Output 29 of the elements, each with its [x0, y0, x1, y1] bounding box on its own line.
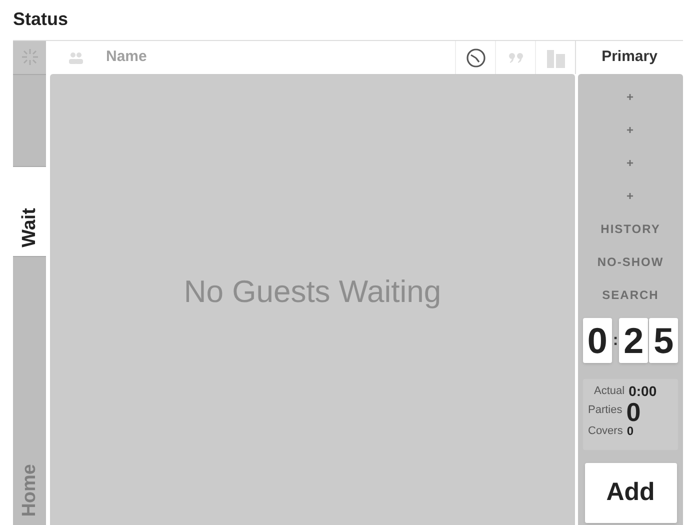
action-button[interactable]: + [618, 179, 642, 212]
timer-digit: 2 [619, 318, 648, 363]
stat-label: Parties [588, 403, 622, 418]
action-button[interactable]: NO-SHOW [589, 245, 672, 278]
side-tab[interactable]: Home [13, 256, 46, 525]
stat-label: Covers [588, 424, 623, 439]
add-button[interactable]: Add [584, 463, 676, 523]
action-button[interactable]: + [618, 146, 642, 179]
spinner-icon[interactable] [20, 48, 38, 66]
clock-icon[interactable] [466, 48, 486, 68]
timer-digit: 5 [649, 318, 678, 363]
name-column-header[interactable]: Name [106, 46, 455, 69]
page-title: Status [12, 8, 70, 31]
action-button[interactable]: SEARCH [594, 278, 667, 311]
action-button[interactable]: + [618, 80, 642, 113]
action-button[interactable]: + [618, 113, 642, 146]
action-button[interactable]: HISTORY [592, 212, 668, 245]
stat-value: 0 [626, 402, 641, 422]
stat-label: Actual [594, 384, 625, 400]
timer-digit: 0 [582, 318, 612, 363]
side-tab[interactable] [13, 74, 46, 166]
timer-separator: : [612, 330, 618, 350]
chair-icon[interactable] [546, 48, 564, 68]
quote-icon[interactable] [508, 52, 524, 64]
stat-value: 0 [626, 423, 634, 440]
stat-value: 0:00 [628, 382, 657, 401]
side-tab[interactable]: Wait [13, 166, 46, 256]
people-icon [68, 52, 84, 64]
empty-message: No Guests Waiting [184, 272, 442, 311]
